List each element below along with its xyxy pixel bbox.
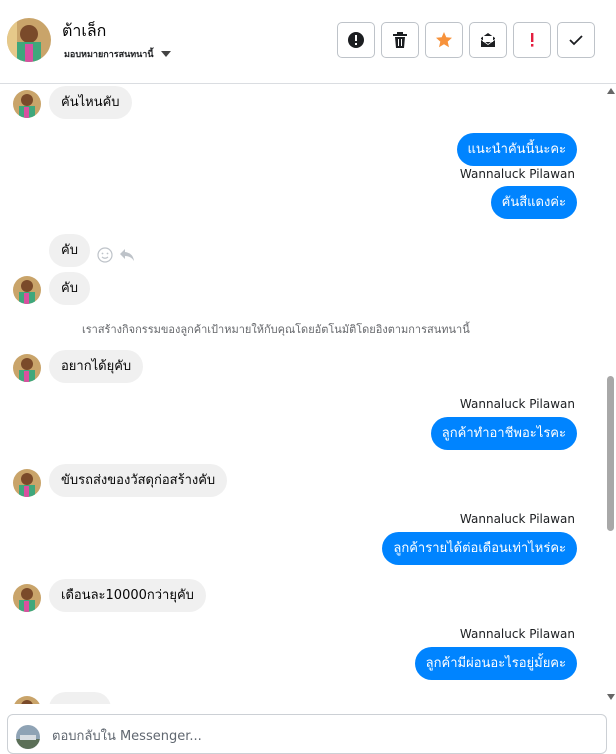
scroll-down-arrow-icon[interactable]	[607, 694, 615, 700]
mark-spam-button[interactable]	[337, 22, 375, 58]
caret-down-icon	[160, 51, 171, 57]
reply-composer	[7, 714, 607, 754]
exclamation-icon	[531, 33, 534, 47]
sender-avatar	[13, 469, 41, 497]
conversation-header: ต้าเล็ก มอบหมายการสนทนานี้	[0, 0, 616, 84]
contact-name: ต้าเล็ก	[62, 21, 107, 40]
contact-avatar[interactable]	[7, 18, 51, 62]
incoming-message[interactable]: คันไหนคับ	[49, 86, 132, 119]
scroll-up-arrow-icon[interactable]	[607, 88, 615, 94]
sender-avatar	[13, 584, 41, 612]
trash-icon	[393, 32, 407, 48]
sender-name: Wannaluck Pilawan	[459, 627, 575, 641]
sender-name: Wannaluck Pilawan	[459, 512, 575, 526]
incoming-message[interactable]: คับ	[49, 234, 90, 267]
sender-avatar	[13, 276, 41, 304]
sender-avatar	[13, 90, 41, 118]
thread-scrollbar[interactable]	[604, 84, 616, 704]
page-avatar	[16, 725, 40, 749]
reply-icon[interactable]	[119, 248, 135, 262]
message-actions	[97, 247, 135, 263]
mark-unread-button[interactable]	[469, 22, 507, 58]
outgoing-message[interactable]: แนะนำคันนี้นะคะ	[456, 133, 577, 166]
sender-name: Wannaluck Pilawan	[459, 397, 575, 411]
message-thread[interactable]: คันไหนคับ แนะนำคันนี้นะคะ Wannaluck Pila…	[0, 84, 604, 704]
outgoing-message[interactable]: คันสีแดงค่ะ	[490, 186, 577, 219]
incoming-message[interactable]: ขับรถส่งของวัสดุก่อสร้างคับ	[49, 464, 228, 497]
system-note: เราสร้างกิจกรรมของลูกค้าเป้าหมายให้กับคุ…	[82, 323, 470, 336]
star-icon	[436, 32, 452, 48]
sender-avatar	[13, 354, 41, 382]
incoming-message[interactable]: คับ	[49, 272, 90, 305]
mark-done-button[interactable]	[557, 22, 595, 58]
incoming-message-partial[interactable]	[49, 692, 111, 704]
conversation-toolbar	[337, 22, 595, 58]
check-icon	[569, 35, 583, 46]
assign-label: มอบหมายการสนทนานี้	[64, 50, 154, 60]
outgoing-message[interactable]: ลูกค้ารายได้ต่อเดือนเท่าไหร่คะ	[382, 532, 577, 565]
incoming-message[interactable]: อยากได้ยุคับ	[49, 350, 144, 383]
outgoing-message[interactable]: ลูกค้ามีผ่อนอะไรอยู่มั้ยคะ	[414, 647, 577, 680]
scrollbar-thumb[interactable]	[607, 376, 614, 531]
assign-conversation-dropdown[interactable]: มอบหมายการสนทนานี้	[64, 47, 171, 61]
follow-up-button[interactable]	[513, 22, 551, 58]
outgoing-message[interactable]: ลูกค้าทำอาชีพอะไรคะ	[430, 417, 577, 450]
mark-unread-icon	[481, 33, 495, 47]
reply-input[interactable]	[52, 723, 592, 749]
smiley-icon[interactable]	[97, 247, 113, 263]
incoming-message[interactable]: เดือนละ10000กว่ายุคับ	[49, 579, 206, 612]
sender-avatar	[13, 696, 41, 704]
sender-name: Wannaluck Pilawan	[459, 167, 575, 181]
star-button[interactable]	[425, 22, 463, 58]
delete-button[interactable]	[381, 22, 419, 58]
alert-icon	[348, 32, 364, 48]
